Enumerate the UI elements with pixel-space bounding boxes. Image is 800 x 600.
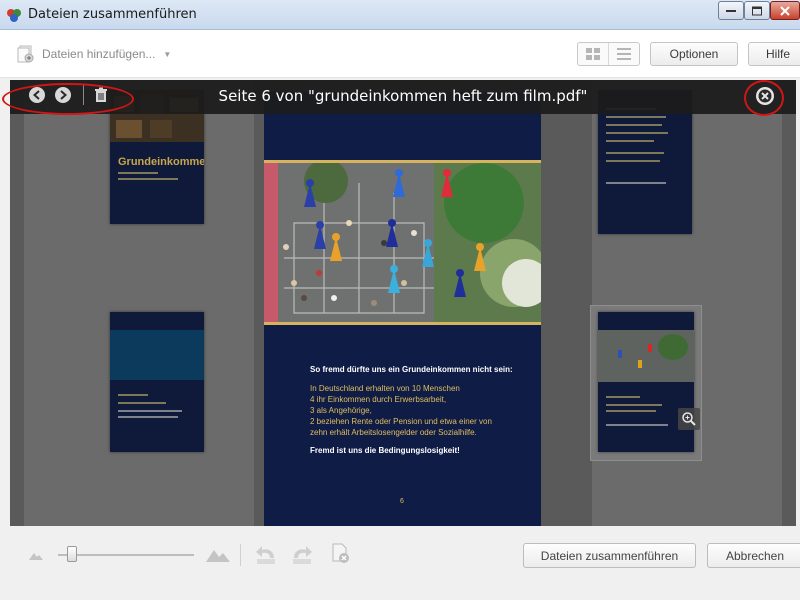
list-view-icon xyxy=(617,48,631,60)
app-icon xyxy=(7,9,21,22)
zoom-preview-button[interactable] xyxy=(678,408,700,430)
page-body-line: 2 beziehen Rente oder Pension und etwa e… xyxy=(310,417,492,426)
annotation-oval xyxy=(2,83,134,115)
page-body-line: In Deutschland erhalten von 10 Menschen xyxy=(310,384,460,393)
magnifier-icon xyxy=(682,412,696,426)
page-body-line: zehn erhält Arbeitslosengelder oder Sozi… xyxy=(310,428,477,437)
list-view-button[interactable] xyxy=(608,43,639,65)
title-bar: Dateien zusammenführen xyxy=(0,0,800,30)
preview-area: Grundeinkommen So fremd dürfte uns ein G… xyxy=(10,80,796,526)
close-icon xyxy=(780,5,790,16)
small-mountain-icon xyxy=(29,553,43,560)
bottom-separator xyxy=(240,544,241,566)
large-mountain-icon xyxy=(206,550,230,562)
view-toggle xyxy=(577,42,640,66)
add-files-label: Dateien hinzufügen... xyxy=(42,47,156,61)
minimize-icon xyxy=(726,9,736,12)
options-button[interactable]: Optionen xyxy=(650,42,738,66)
thumbnail-photo xyxy=(110,330,204,380)
page-thumbnail[interactable] xyxy=(110,312,204,452)
help-button[interactable]: Hilfe xyxy=(748,42,800,66)
thumbnail-title: Grundeinkommen xyxy=(118,156,204,168)
rotate-left-icon[interactable] xyxy=(254,544,278,566)
page-body-line: 4 ihr Einkommen durch Erwerbsarbeit, xyxy=(310,395,447,404)
window-title: Dateien zusammenführen xyxy=(28,7,197,22)
add-files-dropdown[interactable]: Dateien hinzufügen... ▼ xyxy=(16,44,171,64)
chevron-down-icon: ▼ xyxy=(163,49,172,59)
cancel-button[interactable]: Abbrechen xyxy=(707,543,800,568)
zoom-slider-thumb[interactable] xyxy=(67,546,77,562)
close-window-button[interactable] xyxy=(770,1,800,20)
grid-view-icon xyxy=(586,48,600,60)
toolbar: Dateien hinzufügen... ▼ Optionen Hilfe xyxy=(0,30,800,78)
page-heading: So fremd dürfte uns ein Grundeinkommen n… xyxy=(310,365,513,374)
zoom-slider-track[interactable] xyxy=(58,554,194,556)
maximize-icon xyxy=(752,6,762,15)
page-body: In Deutschland erhalten von 10 Menschen … xyxy=(310,383,520,438)
rotate-right-icon[interactable] xyxy=(290,544,314,566)
minimize-button[interactable] xyxy=(718,1,744,20)
remove-file-icon[interactable] xyxy=(330,542,350,564)
merge-files-button[interactable]: Dateien zusammenführen xyxy=(523,543,696,568)
add-files-icon xyxy=(17,45,34,63)
thumbnail-photo xyxy=(598,330,694,382)
page-photo xyxy=(264,159,541,325)
plaza-illustration xyxy=(264,159,541,322)
page-text-block: So fremd dürfte uns ein Grundeinkommen n… xyxy=(310,364,520,456)
annotation-circle xyxy=(744,80,784,116)
thumbnail-view-button[interactable] xyxy=(578,43,608,65)
page-closing: Fremd ist uns die Bedingungslosigkeit! xyxy=(310,446,460,455)
page-number: 6 xyxy=(400,498,404,505)
bottom-bar: Dateien zusammenführen Abbrechen xyxy=(0,526,800,600)
page-preview: So fremd dürfte uns ein Grundeinkommen n… xyxy=(264,92,541,526)
maximize-button[interactable] xyxy=(744,1,770,20)
page-thumbnail-selected[interactable] xyxy=(598,312,694,452)
page-body-line: 3 als Angehörige, xyxy=(310,406,372,415)
